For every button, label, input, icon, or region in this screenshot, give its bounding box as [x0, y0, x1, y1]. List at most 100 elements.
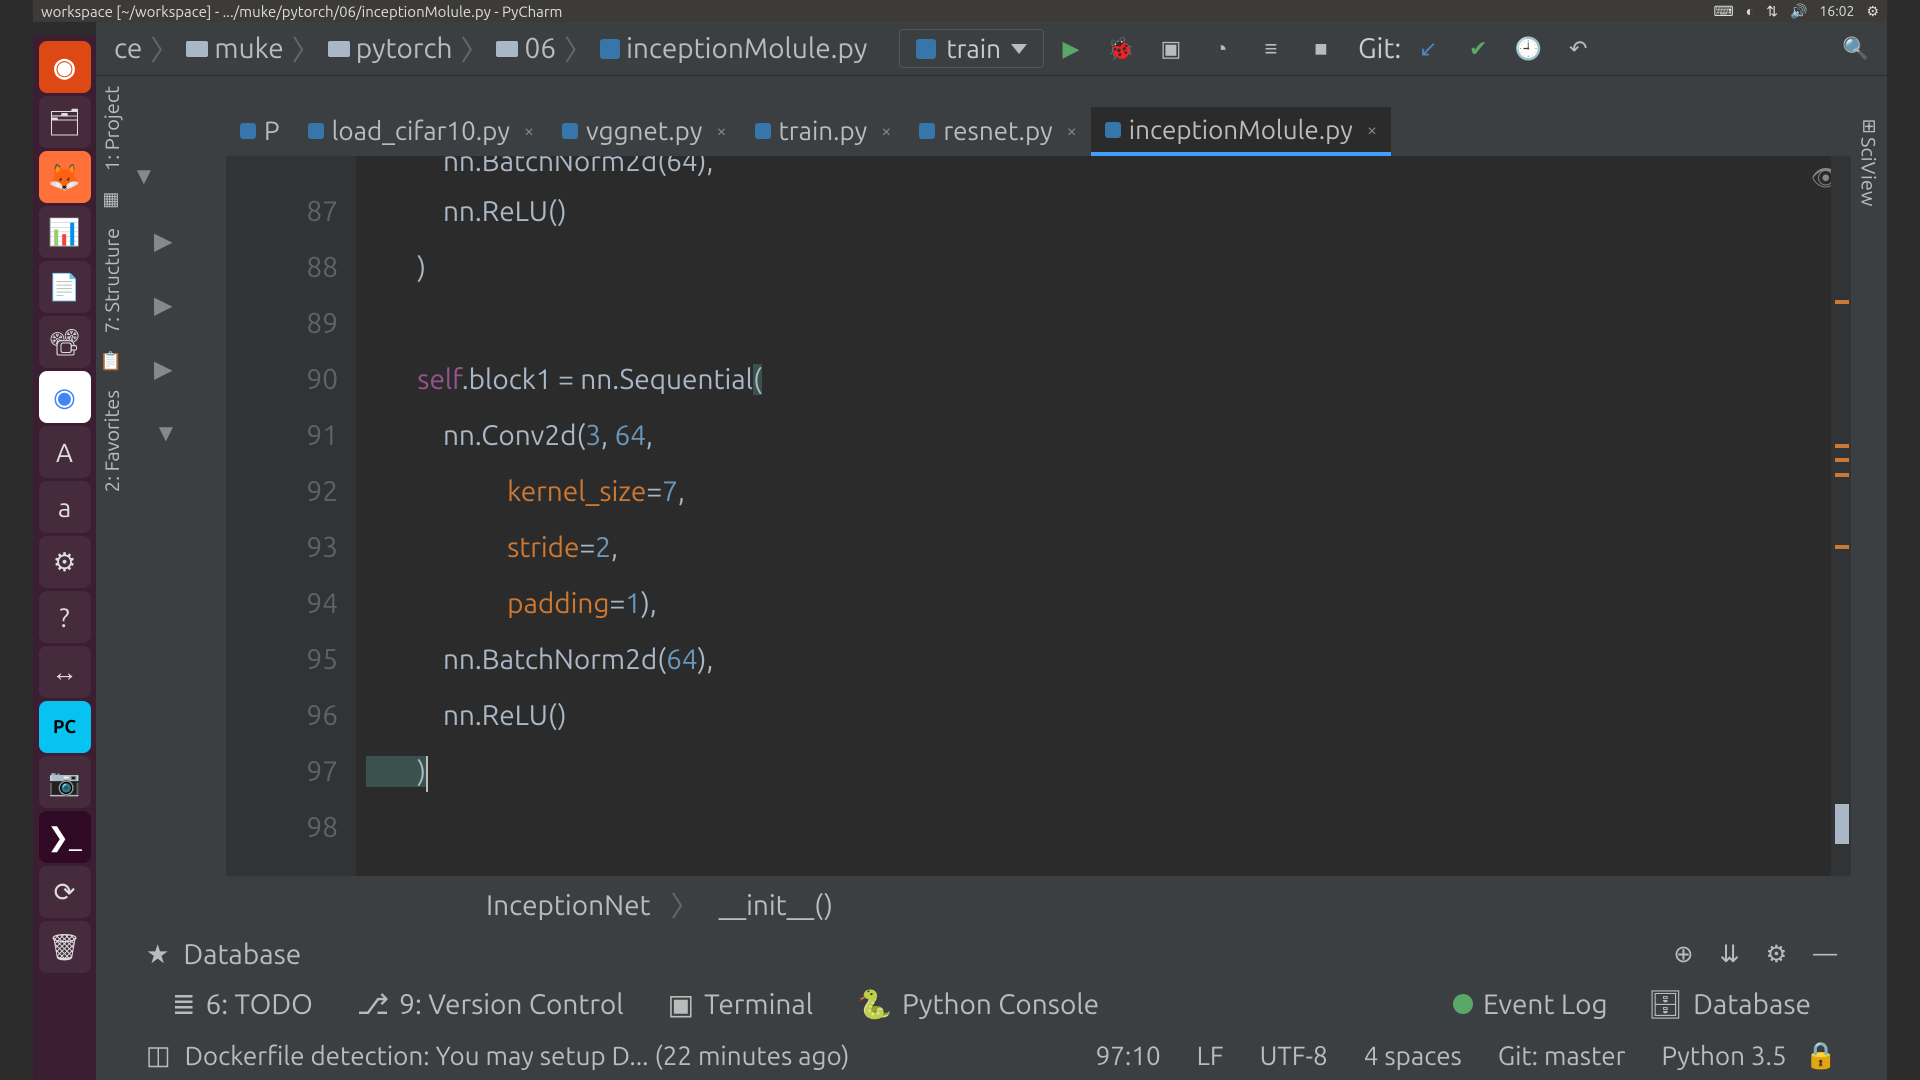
tray-gear-icon[interactable]: ⚙ — [1866, 3, 1879, 20]
run-config-selector[interactable]: train — [899, 29, 1044, 68]
tool-favorites[interactable]: 2: Favorites — [100, 390, 123, 492]
breadcrumb-seg[interactable]: muke — [214, 33, 283, 64]
launcher-teamviewer-icon[interactable]: ↔ — [39, 646, 91, 698]
error-stripe[interactable] — [1831, 156, 1851, 876]
line-number: 92 — [226, 464, 338, 520]
close-icon[interactable]: × — [1067, 121, 1077, 141]
tool-grid-icon[interactable]: ⊞ — [1861, 116, 1876, 137]
launcher-impress-icon[interactable]: 📽 — [39, 316, 91, 368]
breadcrumb-seg[interactable]: 06 — [524, 33, 556, 64]
line-number — [226, 156, 338, 184]
tool-event-log[interactable]: Event Log — [1453, 988, 1608, 1021]
project-tree[interactable]: ▼ ▶ ▶ ▶ ▼ — [132, 162, 178, 448]
code-text: 64 — [614, 420, 646, 451]
tray-keyboard-icon[interactable]: ⌨ — [1714, 3, 1734, 20]
tool-structure[interactable]: 7: Structure — [100, 228, 123, 333]
launcher-help-icon[interactable]: ? — [39, 591, 91, 643]
launcher-dash-icon[interactable]: ◉ — [39, 41, 91, 93]
tab-train[interactable]: train.py× — [741, 108, 906, 156]
tray-sync-icon[interactable]: ◐ — [1746, 3, 1754, 19]
launcher-settings-icon[interactable]: ⚙ — [39, 536, 91, 588]
status-encoding[interactable]: UTF-8 — [1260, 1041, 1328, 1070]
status-window-icon[interactable]: ◫ — [146, 1040, 171, 1071]
vcs-update-button[interactable]: ↙ — [1411, 32, 1445, 66]
launcher-files-icon[interactable]: 🗂 — [39, 96, 91, 148]
python-file-icon — [308, 123, 324, 139]
python-file-icon — [919, 123, 935, 139]
stop-button[interactable]: ■ — [1304, 32, 1338, 66]
hide-icon[interactable]: — — [1813, 940, 1837, 968]
close-icon[interactable]: × — [524, 121, 534, 141]
tab-vggnet[interactable]: vggnet.py× — [548, 108, 741, 156]
breadcrumb[interactable]: ce〉 muke〉 pytorch〉 06〉 inceptionMolule.p… — [104, 29, 877, 69]
line-number: 90 — [226, 352, 338, 408]
tab-resnet[interactable]: resnet.py× — [905, 108, 1090, 156]
tab-load-cifar[interactable]: load_cifar10.py× — [294, 108, 548, 156]
database-toolwindow-header[interactable]: ★ Database ⊕ ⇊ ⚙ — — [132, 930, 1851, 978]
launcher-trash-icon[interactable]: 🗑 — [39, 921, 91, 973]
gear-icon[interactable]: ⚙ — [1766, 940, 1788, 968]
debug-button[interactable]: 🐞 — [1104, 32, 1138, 66]
code-editor[interactable]: 👁 87 88 89 90 91 92 93 94 95 96 97 98 nn… — [226, 156, 1851, 876]
search-everywhere-button[interactable]: 🔍 — [1839, 32, 1873, 66]
code-area[interactable]: nn.BatchNorm2d(64), nn.ReLU() ) self.blo… — [366, 156, 1811, 856]
status-git[interactable]: Git: master — [1498, 1041, 1626, 1070]
run-button[interactable]: ▶ — [1054, 32, 1088, 66]
tool-icon[interactable]: ▦ — [102, 189, 119, 210]
profile-button[interactable]: ◔ — [1204, 32, 1238, 66]
chevron-right-icon: 〉 — [671, 885, 699, 925]
launcher-firefox-icon[interactable]: 🦊 — [39, 151, 91, 203]
tray-clock[interactable]: 16:02 — [1819, 3, 1854, 19]
launcher-amazon-icon[interactable]: a — [39, 481, 91, 533]
launcher-software-icon[interactable]: A — [39, 426, 91, 478]
breadcrumb-seg[interactable]: inceptionMolule.py — [626, 33, 867, 64]
launcher-update-icon[interactable]: ⟳ — [39, 866, 91, 918]
launcher-chrome-icon[interactable]: ◉ — [39, 371, 91, 423]
tool-todo[interactable]: ≣6: TODO — [172, 988, 313, 1021]
collapse-icon[interactable]: ⇊ — [1719, 940, 1739, 968]
locate-icon[interactable]: ⊕ — [1673, 940, 1693, 968]
close-icon[interactable]: × — [881, 121, 891, 141]
run-coverage-button[interactable]: ▣ — [1154, 32, 1188, 66]
tool-icon[interactable]: 📋 — [100, 351, 122, 372]
status-message[interactable]: Dockerfile detection: You may setup D...… — [185, 1041, 1078, 1070]
launcher-screenshot-icon[interactable]: 📷 — [39, 756, 91, 808]
tool-database[interactable]: 🗄Database — [1648, 988, 1811, 1021]
status-interpreter[interactable]: Python 3.5 — [1661, 1041, 1786, 1070]
context-breadcrumb[interactable]: InceptionNet 〉 __init__() — [226, 880, 1851, 930]
tool-terminal[interactable]: ▣Terminal — [668, 988, 813, 1021]
launcher-writer-icon[interactable]: 📄 — [39, 261, 91, 313]
breadcrumb-method[interactable]: __init__() — [719, 890, 834, 921]
close-icon[interactable]: × — [1367, 120, 1377, 140]
code-text: stride — [366, 532, 579, 563]
line-number: 94 — [226, 576, 338, 632]
tool-project[interactable]: 1: Project — [100, 86, 123, 171]
status-line-ending[interactable]: LF — [1197, 1041, 1224, 1070]
os-titlebar: workspace [~/workspace] - .../muke/pytor… — [33, 0, 1887, 22]
concurrency-button[interactable]: ≡ — [1254, 32, 1288, 66]
launcher-terminal-icon[interactable]: ❯_ — [39, 811, 91, 863]
tab-inception[interactable]: inceptionMolule.py× — [1091, 107, 1391, 156]
launcher-pycharm-icon[interactable]: PC — [39, 701, 91, 753]
tray-network-icon[interactable]: ⇅ — [1766, 3, 1778, 20]
vcs-revert-button[interactable]: ↶ — [1561, 32, 1595, 66]
status-lock-icon[interactable]: 🔒 — [1805, 1040, 1837, 1071]
tool-python-console[interactable]: 🐍Python Console — [857, 988, 1099, 1021]
breadcrumb-seg[interactable]: pytorch — [356, 33, 453, 64]
vcs-history-button[interactable]: 🕘 — [1511, 32, 1545, 66]
status-position[interactable]: 97:10 — [1096, 1041, 1161, 1070]
tray-volume-icon[interactable]: 🔊 — [1790, 3, 1807, 20]
close-icon[interactable]: × — [716, 121, 726, 141]
status-indent[interactable]: 4 spaces — [1364, 1041, 1462, 1070]
right-tool-strip: ⊞ SciView — [1851, 106, 1887, 876]
breadcrumb-class[interactable]: InceptionNet — [486, 890, 651, 921]
vcs-commit-button[interactable]: ✔ — [1461, 32, 1495, 66]
tab-p[interactable]: P — [226, 108, 294, 156]
tool-sciview[interactable]: SciView — [1858, 137, 1881, 206]
tool-label: Event Log — [1483, 989, 1608, 1020]
tool-label: Database — [1693, 989, 1811, 1020]
line-number: 89 — [226, 296, 338, 352]
breadcrumb-seg[interactable]: ce — [114, 33, 142, 64]
launcher-calc-icon[interactable]: 📊 — [39, 206, 91, 258]
tool-vcs[interactable]: ⎇9: Version Control — [357, 988, 624, 1021]
